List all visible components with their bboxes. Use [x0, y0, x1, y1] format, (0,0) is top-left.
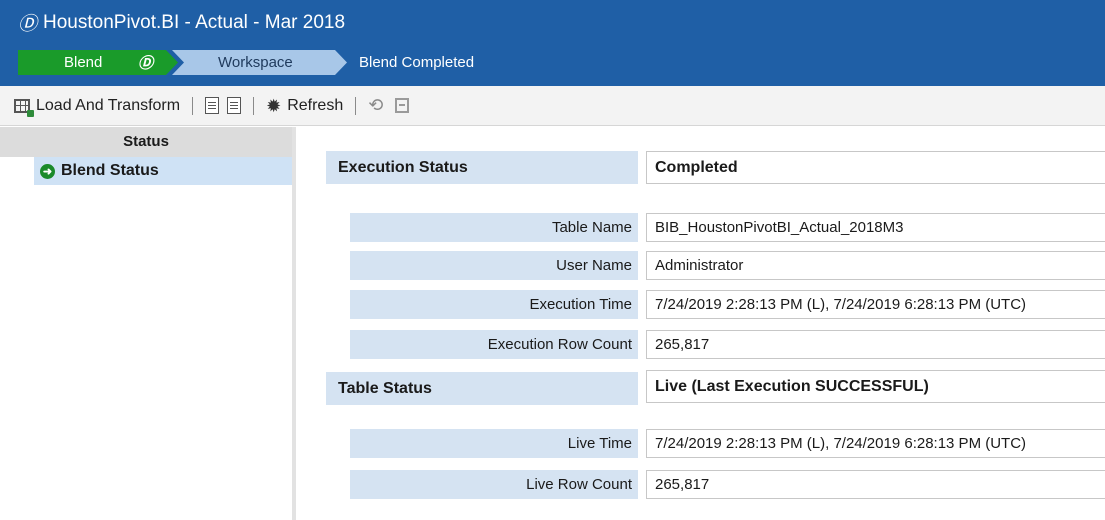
table-load-icon	[14, 98, 34, 117]
breadcrumb-blend[interactable]: Blend Ⓓ	[18, 50, 178, 75]
arrow-circle-right-icon: ➜	[40, 163, 55, 179]
gear-icon: ✹	[266, 95, 282, 116]
table-name-value: BIB_HoustonPivotBI_Actual_2018M3	[646, 213, 1105, 242]
document-button-2[interactable]	[227, 97, 242, 114]
toolbar-separator	[253, 96, 255, 115]
refresh-button[interactable]: ✹ Refresh	[266, 97, 343, 115]
table-name-label: Table Name	[350, 213, 638, 242]
load-and-transform-label: Load And Transform	[36, 96, 181, 114]
execution-time-value: 7/24/2019 2:28:13 PM (L), 7/24/2019 6:28…	[646, 290, 1105, 319]
save-icon	[395, 98, 410, 113]
blend-logo-icon: Ⓓ	[138, 54, 154, 72]
breadcrumb-workspace[interactable]: Workspace	[172, 50, 347, 75]
user-name-label: User Name	[350, 251, 638, 280]
toolbar-separator	[355, 96, 357, 115]
breadcrumb-workspace-label: Workspace	[218, 54, 293, 71]
sidebar-item-label: Blend Status	[61, 162, 159, 179]
document-icon	[205, 97, 220, 114]
breadcrumb-blend-label: Blend	[64, 54, 103, 71]
toolbar-separator	[192, 96, 194, 115]
live-time-label: Live Time	[350, 429, 638, 458]
execution-time-label: Execution Time	[350, 290, 638, 319]
execution-row-count-value: 265,817	[646, 330, 1105, 359]
toolbar: Load And Transform ✹ Refresh ⟲	[0, 86, 1105, 126]
title-bar: Ⓓ HoustonPivot.BI - Actual - Mar 2018 Bl…	[0, 0, 1105, 86]
breadcrumb: Blend Ⓓ Workspace Blend Completed	[18, 50, 474, 75]
save-button[interactable]	[395, 98, 410, 113]
execution-status-value: Completed	[646, 151, 1105, 184]
app-logo-icon: Ⓓ	[18, 13, 38, 35]
live-row-count-label: Live Row Count	[350, 470, 638, 499]
execution-row-count-label: Execution Row Count	[350, 330, 638, 359]
report-icon	[227, 97, 242, 114]
live-time-value: 7/24/2019 2:28:13 PM (L), 7/24/2019 6:28…	[646, 429, 1105, 458]
execution-status-label: Execution Status	[326, 151, 638, 184]
undo-button[interactable]: ⟲	[368, 95, 383, 116]
table-status-value: Live (Last Execution SUCCESSFUL)	[646, 370, 1105, 403]
window-title: Ⓓ HoustonPivot.BI - Actual - Mar 2018	[18, 9, 345, 36]
load-and-transform-button[interactable]: Load And Transform	[14, 96, 181, 117]
table-status-label: Table Status	[326, 372, 638, 405]
refresh-label: Refresh	[287, 96, 344, 114]
document-button-1[interactable]	[205, 97, 220, 114]
sidebar-item-blend-status[interactable]: ➜ Blend Status	[34, 157, 292, 185]
window-title-text: HoustonPivot.BI - Actual - Mar 2018	[43, 11, 346, 33]
live-row-count-value: 265,817	[646, 470, 1105, 499]
status-panel: Status ➜ Blend Status	[0, 127, 296, 520]
status-panel-header: Status	[0, 127, 292, 157]
undo-icon: ⟲	[368, 95, 384, 115]
breadcrumb-status: Blend Completed	[359, 54, 475, 71]
user-name-value: Administrator	[646, 251, 1105, 280]
